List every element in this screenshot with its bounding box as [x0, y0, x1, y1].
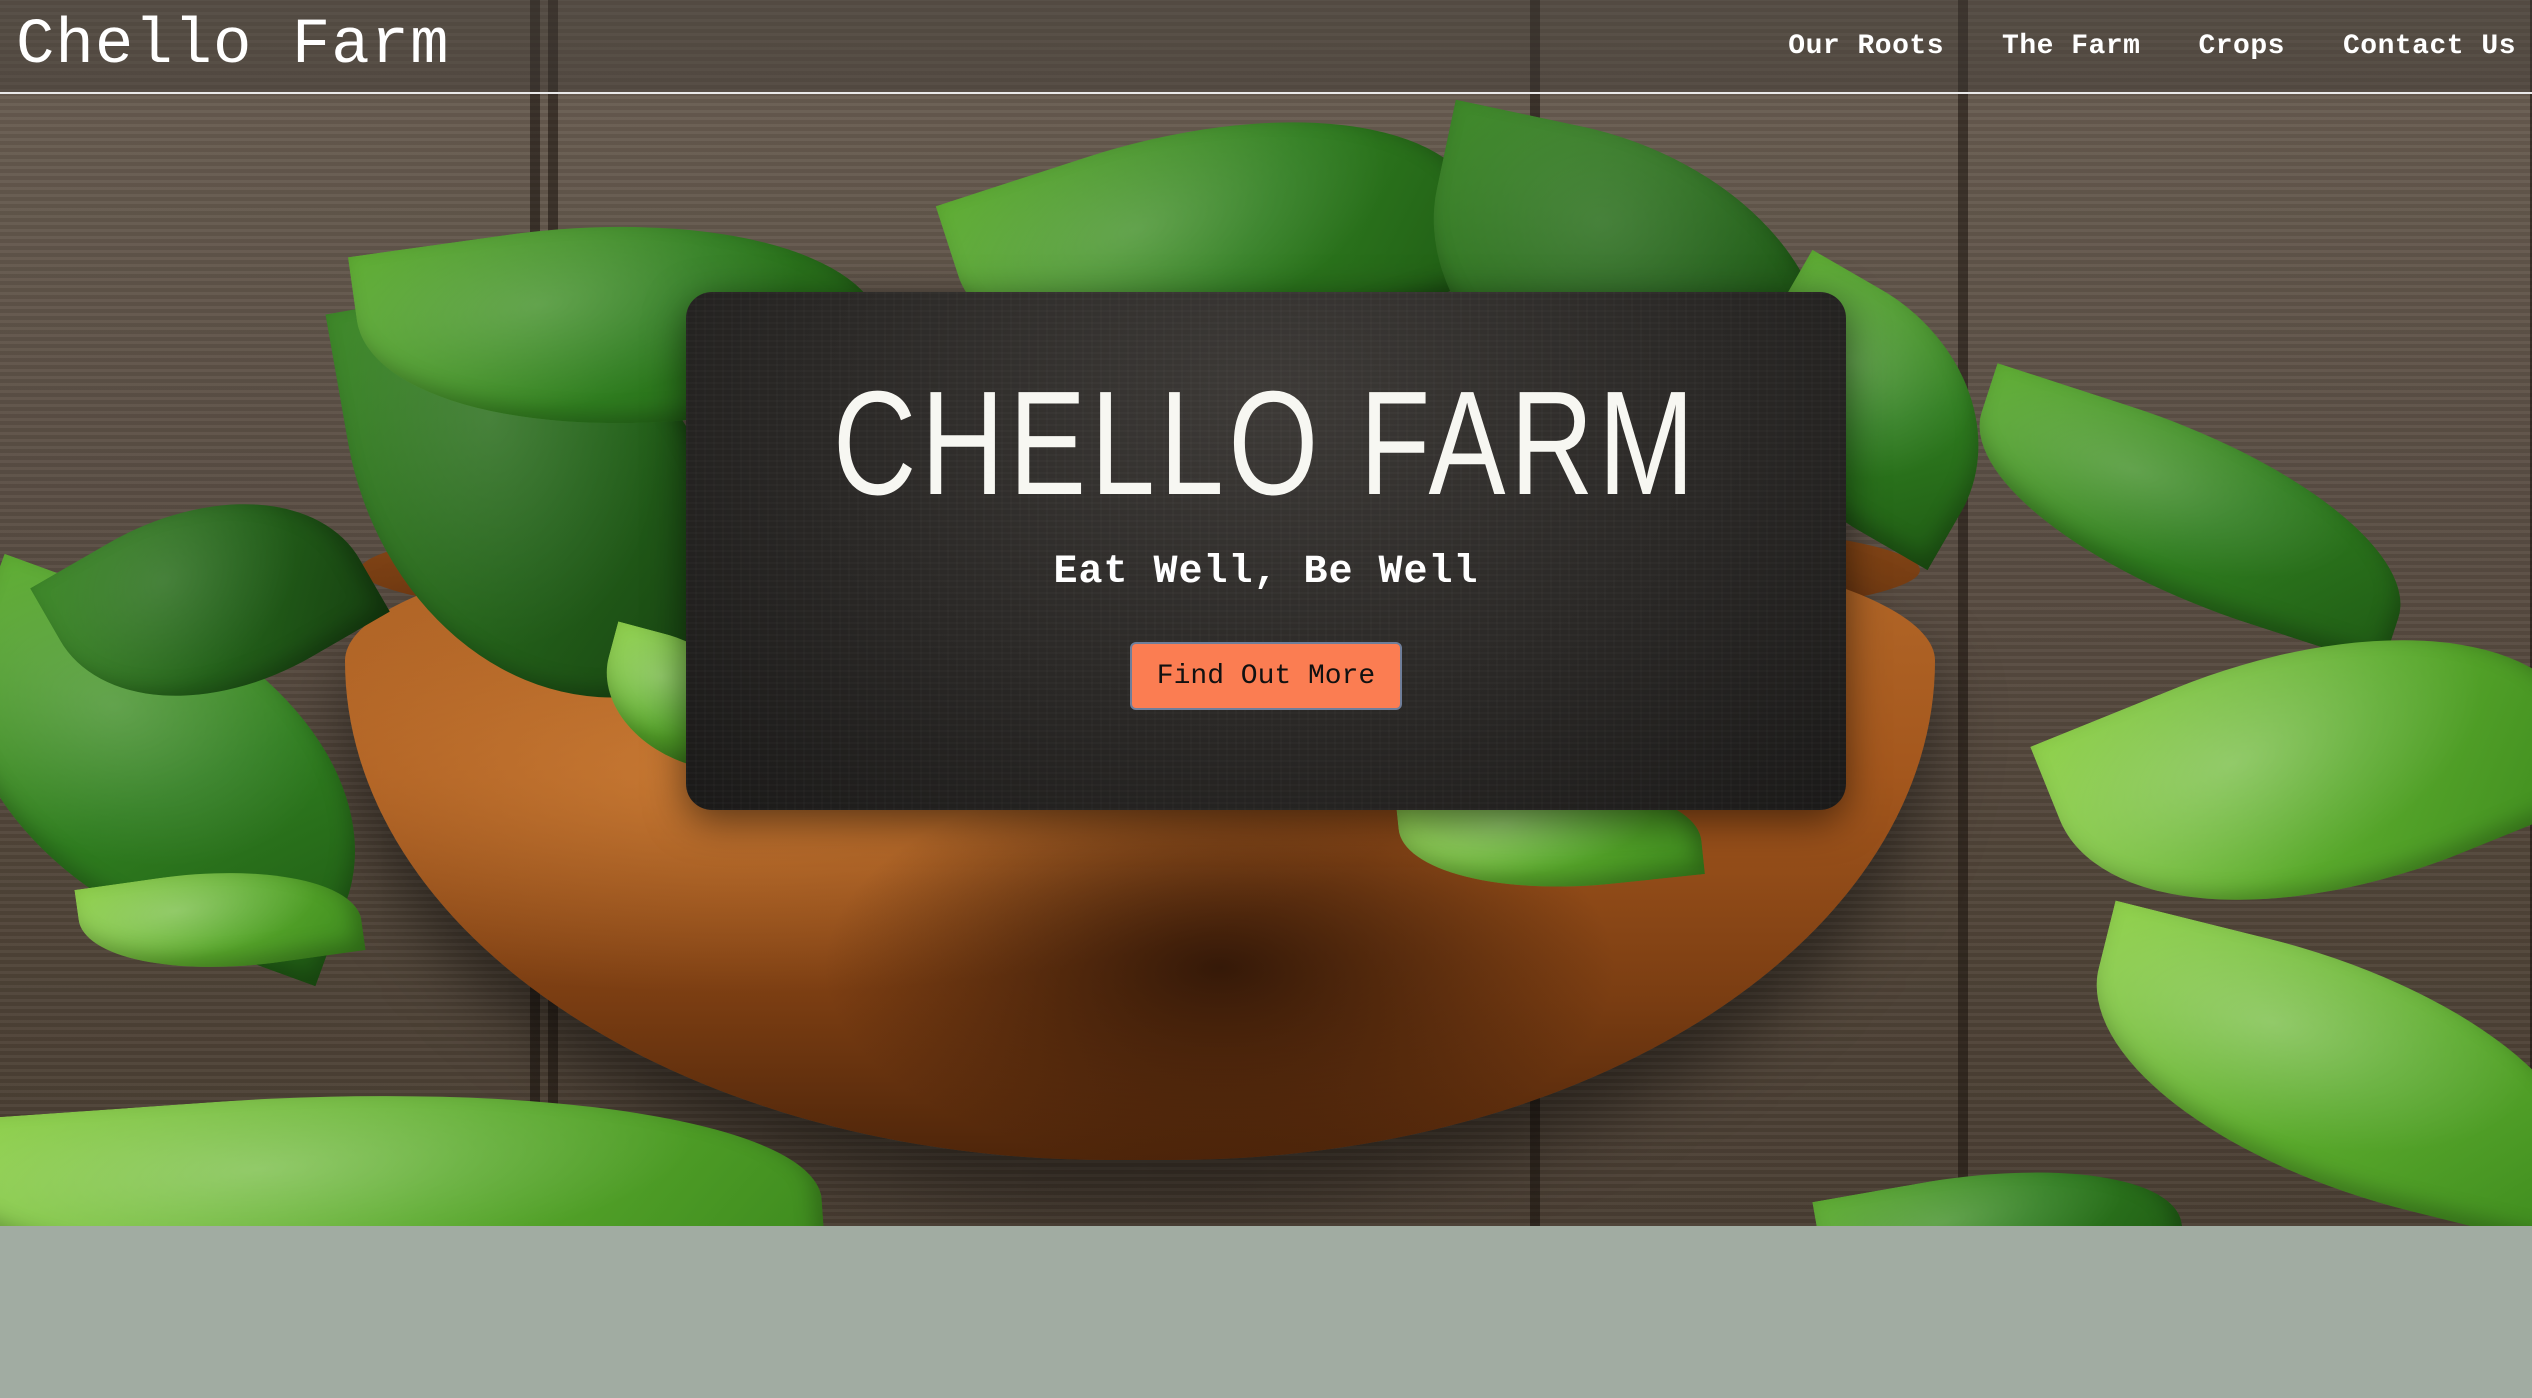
wood-plank-seam: [1958, 0, 1968, 1226]
spinach-leaf: [0, 1060, 826, 1226]
hero-chalkboard-card: CHELLO FARM Eat Well, Be Well Find Out M…: [686, 292, 1846, 810]
spinach-leaf: [1944, 363, 2436, 667]
main-nav: Our Roots The Farm Crops Contact Us: [1788, 31, 2516, 62]
site-header: Chello Farm Our Roots The Farm Crops Con…: [0, 0, 2532, 94]
lower-content-band: [0, 1226, 2532, 1398]
spinach-leaf: [1812, 1139, 2188, 1226]
nav-link-contact-us[interactable]: Contact Us: [2343, 31, 2516, 62]
hero-tagline: Eat Well, Be Well: [1053, 550, 1479, 595]
nav-link-the-farm[interactable]: The Farm: [2002, 31, 2140, 62]
nav-link-our-roots[interactable]: Our Roots: [1788, 31, 1944, 62]
nav-link-crops[interactable]: Crops: [2198, 31, 2285, 62]
find-out-more-button[interactable]: Find Out More: [1130, 642, 1402, 710]
spinach-leaf: [2059, 900, 2532, 1226]
hero-title: CHELLO FARM: [832, 361, 1700, 526]
brand-logo-link[interactable]: Chello Farm: [16, 10, 449, 82]
